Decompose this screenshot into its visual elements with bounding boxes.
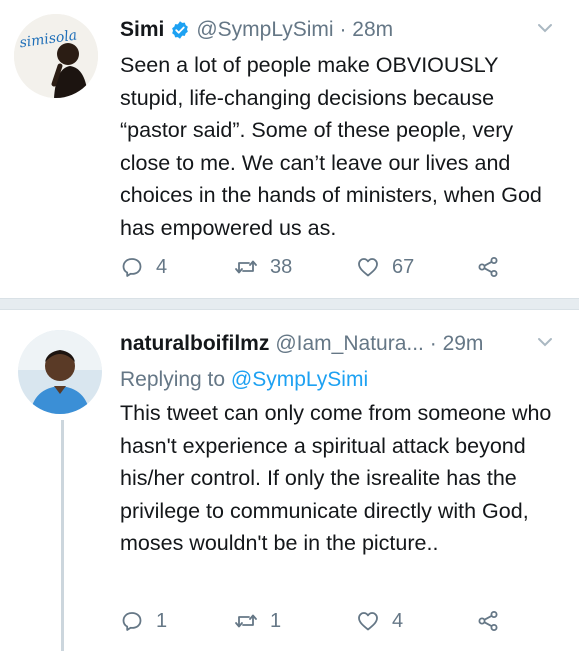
like-count: 67 <box>392 255 415 278</box>
share-button[interactable] <box>476 252 500 282</box>
reply-icon <box>122 612 142 631</box>
replying-to-label: Replying to <box>120 368 226 391</box>
tweet-timeline: simisola Simi @SympLySimi · 28m Seen a l… <box>0 0 579 651</box>
avatar[interactable]: simisola <box>14 14 98 98</box>
like-count: 4 <box>392 609 404 632</box>
heart-icon <box>358 612 378 631</box>
separator-dot: · <box>429 332 437 355</box>
retweet-count: 38 <box>270 255 293 278</box>
reply-icon <box>122 258 142 277</box>
timestamp[interactable]: 29m <box>443 332 484 356</box>
reply-count: 4 <box>156 255 168 278</box>
separator-dot: · <box>339 18 347 41</box>
reply-count: 1 <box>156 609 168 632</box>
tweet-header: naturalboifilmz @Iam_Natura... · 29m <box>120 328 559 360</box>
avatar-image: simisola <box>14 14 98 98</box>
thread-line <box>61 420 64 651</box>
retweet-button[interactable]: 38 <box>234 252 292 282</box>
tweet-body: naturalboifilmz @Iam_Natura... · 29m Rep… <box>120 328 559 560</box>
retweet-button[interactable]: 1 <box>234 606 281 636</box>
timestamp[interactable]: 28m <box>352 18 393 42</box>
heart-icon <box>358 258 378 277</box>
tweet-header: Simi @SympLySimi · 28m <box>120 14 559 46</box>
like-button[interactable]: 4 <box>356 606 403 636</box>
share-icon <box>478 257 498 277</box>
display-name[interactable]: Simi <box>120 18 164 42</box>
username-handle[interactable]: @SympLySimi <box>196 18 333 42</box>
reply-button[interactable]: 4 <box>120 252 167 282</box>
tweet-text: This tweet can only come from someone wh… <box>120 401 552 555</box>
tweet-body: Simi @SympLySimi · 28m Seen a lot of peo… <box>120 14 559 244</box>
tweet-simi[interactable]: simisola Simi @SympLySimi · 28m Seen a l… <box>0 0 579 298</box>
tweet-actions: 1 1 4 <box>120 606 550 636</box>
chevron-down-icon[interactable] <box>537 336 553 348</box>
retweet-count: 1 <box>270 609 282 632</box>
retweet-icon <box>235 614 257 628</box>
retweet-icon <box>235 260 257 274</box>
share-icon <box>478 611 498 631</box>
display-name[interactable]: naturalboifilmz <box>120 332 269 356</box>
avatar-image <box>18 330 102 414</box>
avatar[interactable] <box>18 330 102 414</box>
replying-to: Replying to @SympLySimi <box>120 366 559 394</box>
tweet-separator <box>0 298 579 310</box>
replying-to-handle[interactable]: @SympLySimi <box>231 368 368 391</box>
tweet-text: Seen a lot of people make OBVIOUSLY stup… <box>120 53 542 240</box>
share-button[interactable] <box>476 606 500 636</box>
chevron-down-icon[interactable] <box>537 22 553 34</box>
verified-badge-icon <box>172 21 189 39</box>
reply-button[interactable]: 1 <box>120 606 167 636</box>
username-handle[interactable]: @Iam_Natura... <box>275 332 424 356</box>
tweet-actions: 4 38 67 <box>120 252 550 282</box>
like-button[interactable]: 67 <box>356 252 414 282</box>
